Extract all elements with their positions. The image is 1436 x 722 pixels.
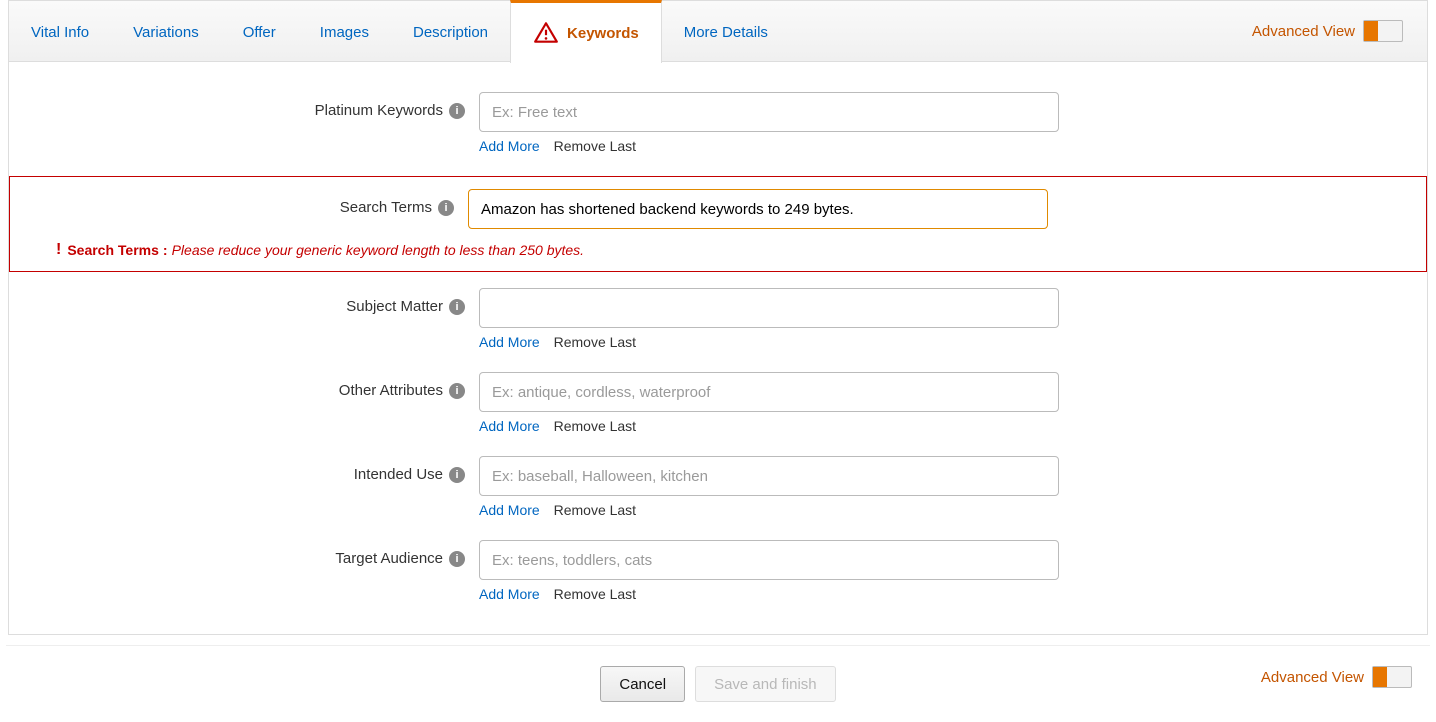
advanced-view-label: Advanced View [1261, 669, 1364, 686]
row-platinum-keywords: Platinum Keywords i Add More Remove Last [39, 92, 1397, 170]
remove-last-link[interactable]: Remove Last [554, 334, 636, 350]
subject-matter-input[interactable] [479, 288, 1059, 328]
label-intended-use: Intended Use [354, 466, 443, 483]
row-intended-use: Intended Use i Add More Remove Last [39, 456, 1397, 534]
advanced-view-top: Advanced View [1252, 20, 1415, 42]
error-box-search-terms: Search Terms i ! Search Terms : Please r… [9, 176, 1427, 272]
remove-last-link[interactable]: Remove Last [554, 418, 636, 434]
error-text: Please reduce your generic keyword lengt… [172, 242, 584, 258]
cancel-button[interactable]: Cancel [600, 666, 685, 702]
info-icon[interactable]: i [438, 200, 454, 216]
label-subject-matter: Subject Matter [346, 298, 443, 315]
tab-vital-info[interactable]: Vital Info [9, 0, 111, 62]
label-search-terms: Search Terms [340, 199, 432, 216]
advanced-view-toggle[interactable] [1363, 20, 1403, 42]
info-icon[interactable]: i [449, 103, 465, 119]
warning-icon [533, 20, 559, 46]
tab-bar: Vital Info Variations Offer Images Descr… [9, 0, 1427, 62]
info-icon[interactable]: i [449, 551, 465, 567]
footer: Cancel Save and finish Advanced View [6, 645, 1430, 702]
row-other-attributes: Other Attributes i Add More Remove Last [39, 372, 1397, 450]
tab-images[interactable]: Images [298, 0, 391, 62]
tab-variations[interactable]: Variations [111, 0, 221, 62]
intended-use-input[interactable] [479, 456, 1059, 496]
tab-offer[interactable]: Offer [221, 0, 298, 62]
remove-last-link[interactable]: Remove Last [554, 502, 636, 518]
add-more-link[interactable]: Add More [479, 502, 540, 518]
tab-keywords[interactable]: Keywords [510, 0, 662, 63]
row-target-audience: Target Audience i Add More Remove Last [39, 540, 1397, 618]
add-more-link[interactable]: Add More [479, 138, 540, 154]
row-subject-matter: Subject Matter i Add More Remove Last [39, 288, 1397, 366]
tab-keywords-label: Keywords [567, 25, 639, 42]
form: Platinum Keywords i Add More Remove Last… [9, 62, 1427, 634]
panel: Vital Info Variations Offer Images Descr… [8, 0, 1428, 635]
label-other-attributes: Other Attributes [339, 382, 443, 399]
add-more-link[interactable]: Add More [479, 418, 540, 434]
search-terms-input[interactable] [468, 189, 1048, 229]
error-message: ! Search Terms : Please reduce your gene… [56, 241, 1408, 259]
platinum-keywords-input[interactable] [479, 92, 1059, 132]
info-icon[interactable]: i [449, 299, 465, 315]
save-and-finish-button: Save and finish [695, 666, 836, 702]
advanced-view-bottom: Advanced View [1261, 666, 1424, 688]
info-icon[interactable]: i [449, 467, 465, 483]
error-field-name: Search Terms [67, 242, 159, 258]
advanced-view-label: Advanced View [1252, 23, 1355, 40]
label-platinum-keywords: Platinum Keywords [315, 102, 443, 119]
add-more-link[interactable]: Add More [479, 334, 540, 350]
info-icon[interactable]: i [449, 383, 465, 399]
exclamation-icon: ! [56, 241, 61, 259]
tab-description[interactable]: Description [391, 0, 510, 62]
add-more-link[interactable]: Add More [479, 586, 540, 602]
remove-last-link[interactable]: Remove Last [554, 586, 636, 602]
other-attributes-input[interactable] [479, 372, 1059, 412]
tab-more-details[interactable]: More Details [662, 0, 790, 62]
target-audience-input[interactable] [479, 540, 1059, 580]
label-target-audience: Target Audience [335, 550, 443, 567]
advanced-view-toggle[interactable] [1372, 666, 1412, 688]
remove-last-link[interactable]: Remove Last [554, 138, 636, 154]
